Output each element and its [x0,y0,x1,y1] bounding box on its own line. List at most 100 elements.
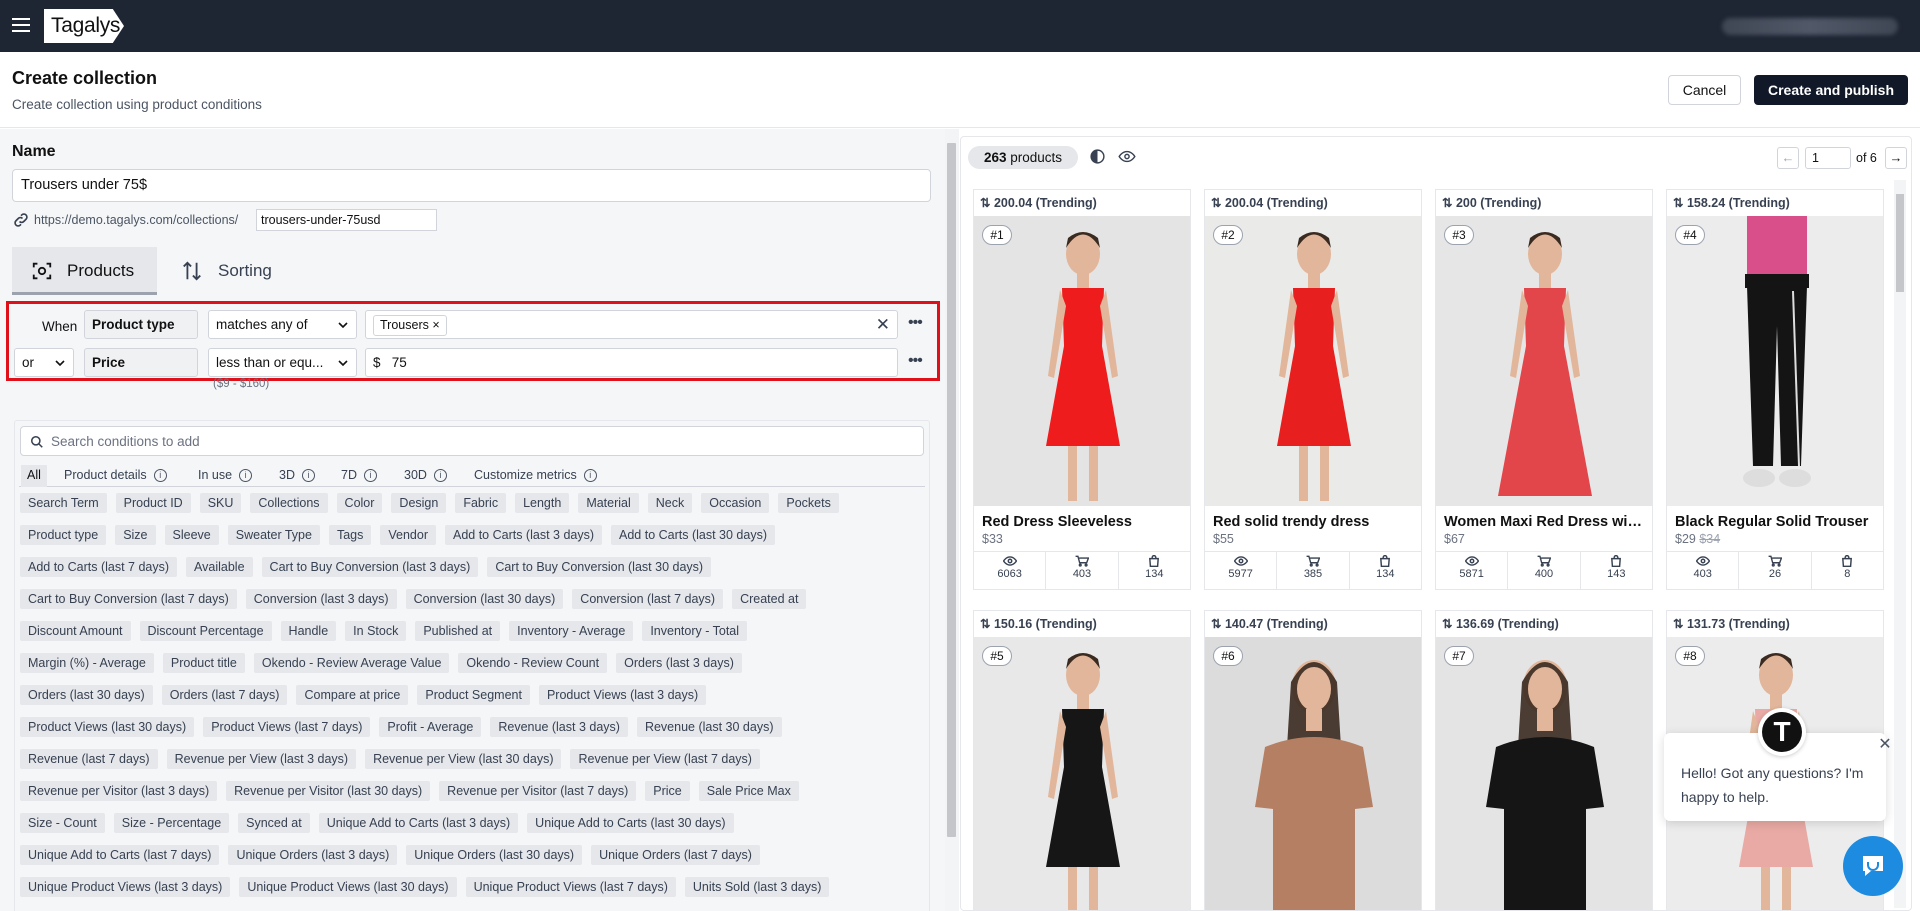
condition-chip[interactable]: Revenue per Visitor (last 7 days) [439,781,637,801]
product-image-area[interactable]: #6 [1205,637,1421,910]
condition-chip[interactable]: Profit - Average [379,717,482,737]
create-and-publish-button[interactable]: Create and publish [1754,75,1908,105]
condition-chip[interactable]: Synced at [238,813,310,833]
previous-page-button[interactable]: ← [1777,147,1799,169]
condition-chip[interactable]: Unique Add to Carts (last 30 days) [527,813,734,833]
condition-chip[interactable]: Orders (last 7 days) [161,685,288,705]
condition-chip[interactable]: Cart to Buy Conversion (last 30 days) [487,557,712,577]
condition-chip[interactable]: Revenue per Visitor (last 3 days) [20,781,218,801]
condition-chip[interactable]: Conversion (last 3 days) [245,589,397,609]
condition-chip[interactable]: Neck [647,493,693,513]
condition-operator-select[interactable]: matches any of [208,310,357,339]
condition-chip[interactable]: Unique Product Views (last 7 days) [465,877,676,897]
condition-chip[interactable]: In Stock [345,621,407,641]
condition-chip[interactable]: Add to Carts (last 30 days) [611,525,775,545]
condition-chip[interactable]: Unique Orders (last 7 days) [591,845,760,865]
condition-chip[interactable]: Revenue per View (last 7 days) [570,749,760,769]
condition-chip[interactable]: Compare at price [296,685,409,705]
info-icon[interactable]: i [153,469,167,482]
condition-chip[interactable]: Unique Add to Carts (last 7 days) [20,845,220,865]
collection-name-input[interactable]: Trousers under 75$ [12,169,931,202]
clear-icon[interactable]: ✕ [876,311,890,338]
condition-chip[interactable]: Unique Orders (last 30 days) [406,845,583,865]
condition-chip[interactable]: Orders (last 30 days) [20,685,153,705]
logo[interactable]: Tagalys [44,9,124,43]
condition-chip[interactable]: Revenue (last 7 days) [20,749,158,769]
condition-chip[interactable]: Search Term [20,493,107,513]
condition-chip[interactable]: Unique Product Views (last 3 days) [20,877,231,897]
condition-chip[interactable]: Margin (%) - Average [20,653,154,673]
filter-tab-customize-metrics[interactable]: Customize metrics i [474,465,597,487]
condition-chip[interactable]: Inventory - Average [509,621,634,641]
condition-chip[interactable]: Sleeve [164,525,219,545]
condition-operator-select[interactable]: less than or equ... [208,348,357,377]
condition-chip[interactable]: Available [186,557,253,577]
product-card[interactable]: ⇅ 200.04 (Trending) #1 Red Dress Sleeveles… [973,189,1191,590]
remove-tag-icon[interactable]: × [432,318,439,332]
condition-chip[interactable]: Discount Percentage [139,621,272,641]
cancel-button[interactable]: Cancel [1668,75,1741,105]
product-image-area[interactable]: #3 [1436,216,1652,506]
value-tag[interactable]: Trousers × [373,315,447,336]
condition-chip[interactable]: Size [115,525,156,545]
condition-field-product-type[interactable]: Product type [84,310,198,339]
preview-scrollbar[interactable] [1894,180,1906,908]
account-info[interactable] [1722,18,1898,35]
condition-chip[interactable]: Cart to Buy Conversion (last 7 days) [20,589,237,609]
condition-chip[interactable]: Revenue (last 3 days) [490,717,628,737]
info-icon[interactable]: i [301,469,315,482]
tab-sorting[interactable]: Sorting [157,247,302,295]
menu-icon[interactable] [12,18,30,32]
condition-chip[interactable]: Orders (last 3 days) [616,653,742,673]
condition-chip[interactable]: Color [336,493,383,513]
eye-icon[interactable] [1118,148,1136,165]
condition-chip[interactable]: Okendo - Review Count [458,653,608,673]
condition-chip[interactable]: Product Views (last 3 days) [538,685,707,705]
info-icon[interactable]: i [239,469,253,482]
tab-products[interactable]: Products [12,247,157,295]
filter-tab-3d[interactable]: 3D i [279,465,315,487]
condition-chip[interactable]: Unique Orders (last 3 days) [228,845,398,865]
condition-chip[interactable]: Okendo - Review Average Value [253,653,450,673]
condition-chip[interactable]: Size - Count [20,813,105,833]
condition-chip[interactable]: Conversion (last 7 days) [572,589,724,609]
condition-chip[interactable]: Product Segment [417,685,530,705]
condition-field-price[interactable]: Price [84,348,198,377]
url-slug-input[interactable]: trousers-under-75usd [256,209,437,231]
info-icon[interactable]: i [363,469,377,482]
condition-chip[interactable]: Material [578,493,639,513]
condition-chip[interactable]: Discount Amount [20,621,131,641]
filter-tab-in-use[interactable]: In use i [198,465,253,487]
condition-chip[interactable]: Design [391,493,447,513]
condition-chip[interactable]: Inventory - Total [642,621,748,641]
condition-chip[interactable]: Sweater Type [227,525,320,545]
product-image-area[interactable]: #5 [974,637,1190,910]
condition-chip[interactable]: Length [515,493,570,513]
info-icon[interactable]: i [433,469,447,482]
product-card[interactable]: ⇅ 200.04 (Trending) #2 Red solid trendy dr… [1204,189,1422,590]
condition-chip[interactable]: Product ID [115,493,191,513]
condition-chip[interactable]: Published at [415,621,501,641]
condition-chip[interactable]: Revenue (last 30 days) [636,717,782,737]
condition-chip[interactable]: Vendor [380,525,436,545]
filter-tab-30d[interactable]: 30D i [404,465,447,487]
more-options-icon[interactable]: ••• [908,352,923,370]
condition-chip[interactable]: Handle [280,621,337,641]
condition-chip[interactable]: Revenue per View (last 3 days) [166,749,357,769]
condition-chip[interactable]: Fabric [455,493,507,513]
condition-chip[interactable]: Sale Price Max [698,781,799,801]
condition-chip[interactable]: Product Views (last 30 days) [20,717,195,737]
condition-chip[interactable]: Product type [20,525,107,545]
condition-chip[interactable]: Add to Carts (last 3 days) [444,525,603,545]
close-icon[interactable]: ✕ [1876,736,1894,754]
product-card[interactable]: ⇅ 150.16 (Trending) #5 [973,610,1191,910]
condition-chip[interactable]: Price [645,781,690,801]
condition-chip[interactable]: Revenue per Visitor (last 30 days) [226,781,431,801]
condition-chip[interactable]: Add to Carts (last 7 days) [20,557,178,577]
condition-chip[interactable]: Collections [250,493,328,513]
condition-chip[interactable]: Occasion [701,493,770,513]
info-icon[interactable]: i [583,469,597,482]
condition-chip[interactable]: Pockets [778,493,839,513]
condition-chip[interactable]: Unique Product Views (last 30 days) [239,877,457,897]
product-card[interactable]: ⇅ 158.24 (Trending) #4 Black Regular Solid… [1666,189,1884,590]
